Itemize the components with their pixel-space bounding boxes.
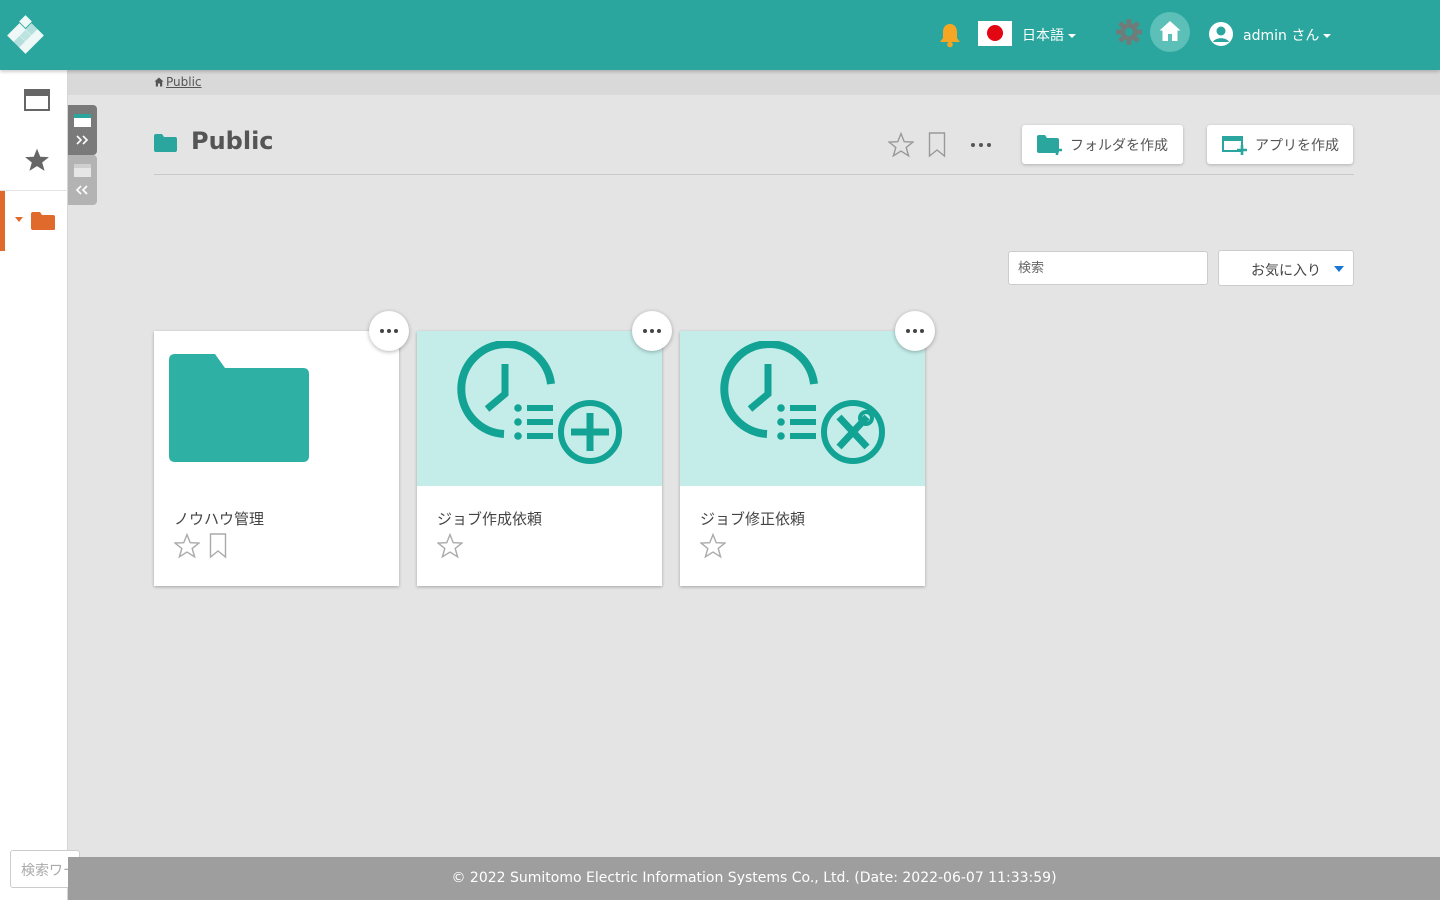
expand-panel-tab[interactable] xyxy=(68,105,97,155)
card-title: ジョブ修正依頼 xyxy=(700,510,806,528)
gear-icon[interactable] xyxy=(1115,18,1143,46)
card-thumbnail xyxy=(417,331,662,486)
chevron-down-icon xyxy=(1334,266,1344,272)
user-avatar-icon[interactable] xyxy=(1208,21,1234,47)
more-options-icon[interactable] xyxy=(968,134,994,156)
folder-card[interactable]: ノウハウ管理 xyxy=(154,331,399,586)
home-icon xyxy=(154,77,164,87)
filter-selected-label: お気に入り xyxy=(1251,263,1321,279)
bookmark-icon[interactable] xyxy=(209,533,227,563)
clock-list-tools-icon xyxy=(720,341,885,464)
favorite-star-icon[interactable] xyxy=(699,532,727,563)
folder-add-icon xyxy=(1037,135,1062,155)
app-add-icon xyxy=(1222,136,1247,155)
folder-icon xyxy=(169,354,309,462)
card-more-button[interactable] xyxy=(369,311,409,351)
app-card[interactable]: ジョブ修正依頼 xyxy=(680,331,925,586)
collapse-panel-tab[interactable] xyxy=(68,155,97,205)
card-more-button[interactable] xyxy=(895,311,935,351)
japan-flag-icon[interactable] xyxy=(978,21,1012,46)
top-header: 日本語 admin さん xyxy=(0,0,1440,70)
create-app-button[interactable]: アプリを作成 xyxy=(1207,125,1353,164)
clock-list-plus-icon xyxy=(457,341,622,464)
card-title: ノウハウ管理 xyxy=(174,510,265,528)
language-selector[interactable]: 日本語 xyxy=(1022,25,1076,45)
create-folder-label: フォルダを作成 xyxy=(1070,138,1168,154)
notification-bell-icon[interactable] xyxy=(937,22,963,48)
favorites-filter-select[interactable]: お気に入り xyxy=(1218,250,1354,286)
breadcrumb-public-link[interactable]: Public xyxy=(166,75,202,89)
title-divider xyxy=(154,174,1354,175)
create-folder-button[interactable]: フォルダを作成 xyxy=(1022,125,1183,164)
favorite-star-icon[interactable] xyxy=(436,532,464,563)
favorite-star-icon[interactable] xyxy=(887,131,915,162)
chevron-down-icon xyxy=(1323,34,1332,38)
card-title: ジョブ作成依頼 xyxy=(437,510,543,528)
create-app-label: アプリを作成 xyxy=(1255,138,1339,154)
page-title: Public xyxy=(191,127,274,155)
home-button[interactable] xyxy=(1150,12,1190,52)
card-thumbnail xyxy=(154,331,399,486)
breadcrumb-bar xyxy=(68,70,1440,95)
chevron-down-icon xyxy=(1068,34,1076,38)
user-menu[interactable]: admin さん xyxy=(1243,25,1332,45)
favorite-star-icon[interactable] xyxy=(173,532,201,563)
caret-down-icon xyxy=(15,217,23,222)
breadcrumb[interactable]: Public xyxy=(154,75,202,89)
search-input[interactable] xyxy=(1008,251,1208,285)
sidebar-item-apps[interactable] xyxy=(0,70,68,130)
app-card[interactable]: ジョブ作成依頼 xyxy=(417,331,662,586)
card-thumbnail xyxy=(680,331,925,486)
folder-icon xyxy=(154,134,177,152)
footer: © 2022 Sumitomo Electric Information Sys… xyxy=(68,857,1440,900)
bookmark-icon[interactable] xyxy=(928,132,946,162)
sidebar-item-folders[interactable] xyxy=(0,191,68,251)
user-name-label: admin さん xyxy=(1243,28,1320,44)
home-icon xyxy=(1159,21,1181,41)
window-icon xyxy=(24,89,50,111)
app-logo[interactable] xyxy=(4,14,46,56)
copyright-text: © 2022 Sumitomo Electric Information Sys… xyxy=(451,870,1057,886)
left-sidebar: 検索ワード xyxy=(0,70,80,900)
language-label: 日本語 xyxy=(1022,28,1064,44)
card-more-button[interactable] xyxy=(632,311,672,351)
sidebar-item-favorites[interactable] xyxy=(0,130,68,190)
star-icon xyxy=(25,148,49,171)
folder-icon xyxy=(31,212,55,230)
